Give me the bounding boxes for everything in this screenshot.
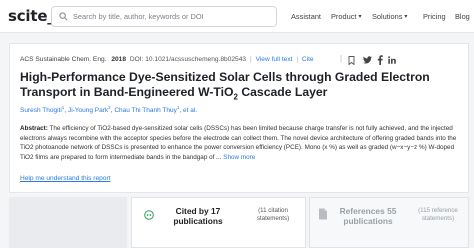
document-icon — [319, 208, 327, 220]
authors-et-al-link[interactable]: et al. — [183, 107, 197, 114]
nav-blog[interactable]: Blog — [455, 12, 470, 21]
chevron-down-icon: ▾ — [404, 14, 408, 20]
search-icon — [59, 12, 68, 21]
paper-meta: ACS Sustainable Chem. Eng. 2018 DOI: 10.… — [20, 56, 246, 63]
author-link[interactable]: Ji-Young Park — [68, 107, 108, 114]
scite-logo[interactable]: scite_ — [8, 7, 55, 25]
side-panel — [9, 197, 127, 248]
title-main: High-Performance Dye-Sensitized Solar Ce… — [20, 70, 430, 99]
nav-pricing[interactable]: Pricing — [423, 12, 446, 21]
nav-product-label: Product — [331, 12, 357, 21]
publication-year: 2018 — [111, 56, 127, 63]
link-separator: | — [250, 56, 252, 63]
nav-assistant[interactable]: Assistant — [291, 12, 321, 21]
nav-assistant-label: Assistant — [291, 12, 321, 21]
cited-by-label: Cited by 17 publications — [173, 206, 223, 226]
search-input[interactable] — [73, 9, 271, 24]
nav-pricing-label: Pricing — [423, 12, 446, 21]
share-separator: | — [340, 54, 343, 63]
nav-product[interactable]: Product ▾ — [331, 12, 362, 21]
reference-statements-count: (115 reference statements) — [418, 207, 458, 222]
nav-solutions[interactable]: Solutions ▾ — [372, 12, 407, 21]
cite-link[interactable]: Cite — [302, 56, 314, 63]
bookmark-icon[interactable] — [348, 56, 355, 65]
journal-name[interactable]: ACS Sustainable Chem. Eng. — [20, 56, 107, 63]
author-link[interactable]: Suresh Thogiti — [20, 107, 62, 114]
top-navigation-bar: scite_ Assistant Product▾ Solutions▾ Pri… — [0, 0, 474, 33]
search-box[interactable] — [51, 6, 277, 27]
title-end: Cascade Layer — [237, 85, 328, 99]
abstract: Abstract: The efficiency of TiO2-based d… — [20, 124, 468, 162]
show-more-link[interactable]: Show more — [223, 154, 255, 161]
view-full-text-link[interactable]: View full text — [256, 56, 293, 63]
paper-title: High-Performance Dye-Sensitized Solar Ce… — [20, 70, 465, 104]
nav-solutions-label: Solutions — [372, 12, 403, 21]
facebook-icon[interactable] — [377, 55, 383, 65]
author-link[interactable]: Chau Thi Thanh Thuy — [114, 107, 177, 114]
linkedin-icon[interactable] — [388, 56, 396, 64]
references-label: References 55 publications — [339, 206, 397, 226]
paper-card — [9, 43, 469, 193]
help-understand-link[interactable]: Help me understand this report — [20, 175, 111, 182]
doi: DOI: 10.1021/acssuschemeng.8b02543 — [129, 56, 247, 63]
author-list: Suresh Thogiti1, Ji-Young Park2, Chau Th… — [20, 105, 197, 114]
citation-statements-count: (11 citation statements) — [256, 207, 290, 222]
twitter-icon[interactable] — [363, 56, 372, 64]
link-separator: | — [296, 56, 299, 63]
nav-blog-label: Blog — [455, 12, 470, 21]
chevron-down-icon: ▾ — [358, 14, 362, 20]
paper-links: | View full text | Cite — [248, 56, 314, 63]
quote-bubble-icon — [144, 210, 154, 220]
abstract-label: Abstract: — [20, 125, 48, 132]
